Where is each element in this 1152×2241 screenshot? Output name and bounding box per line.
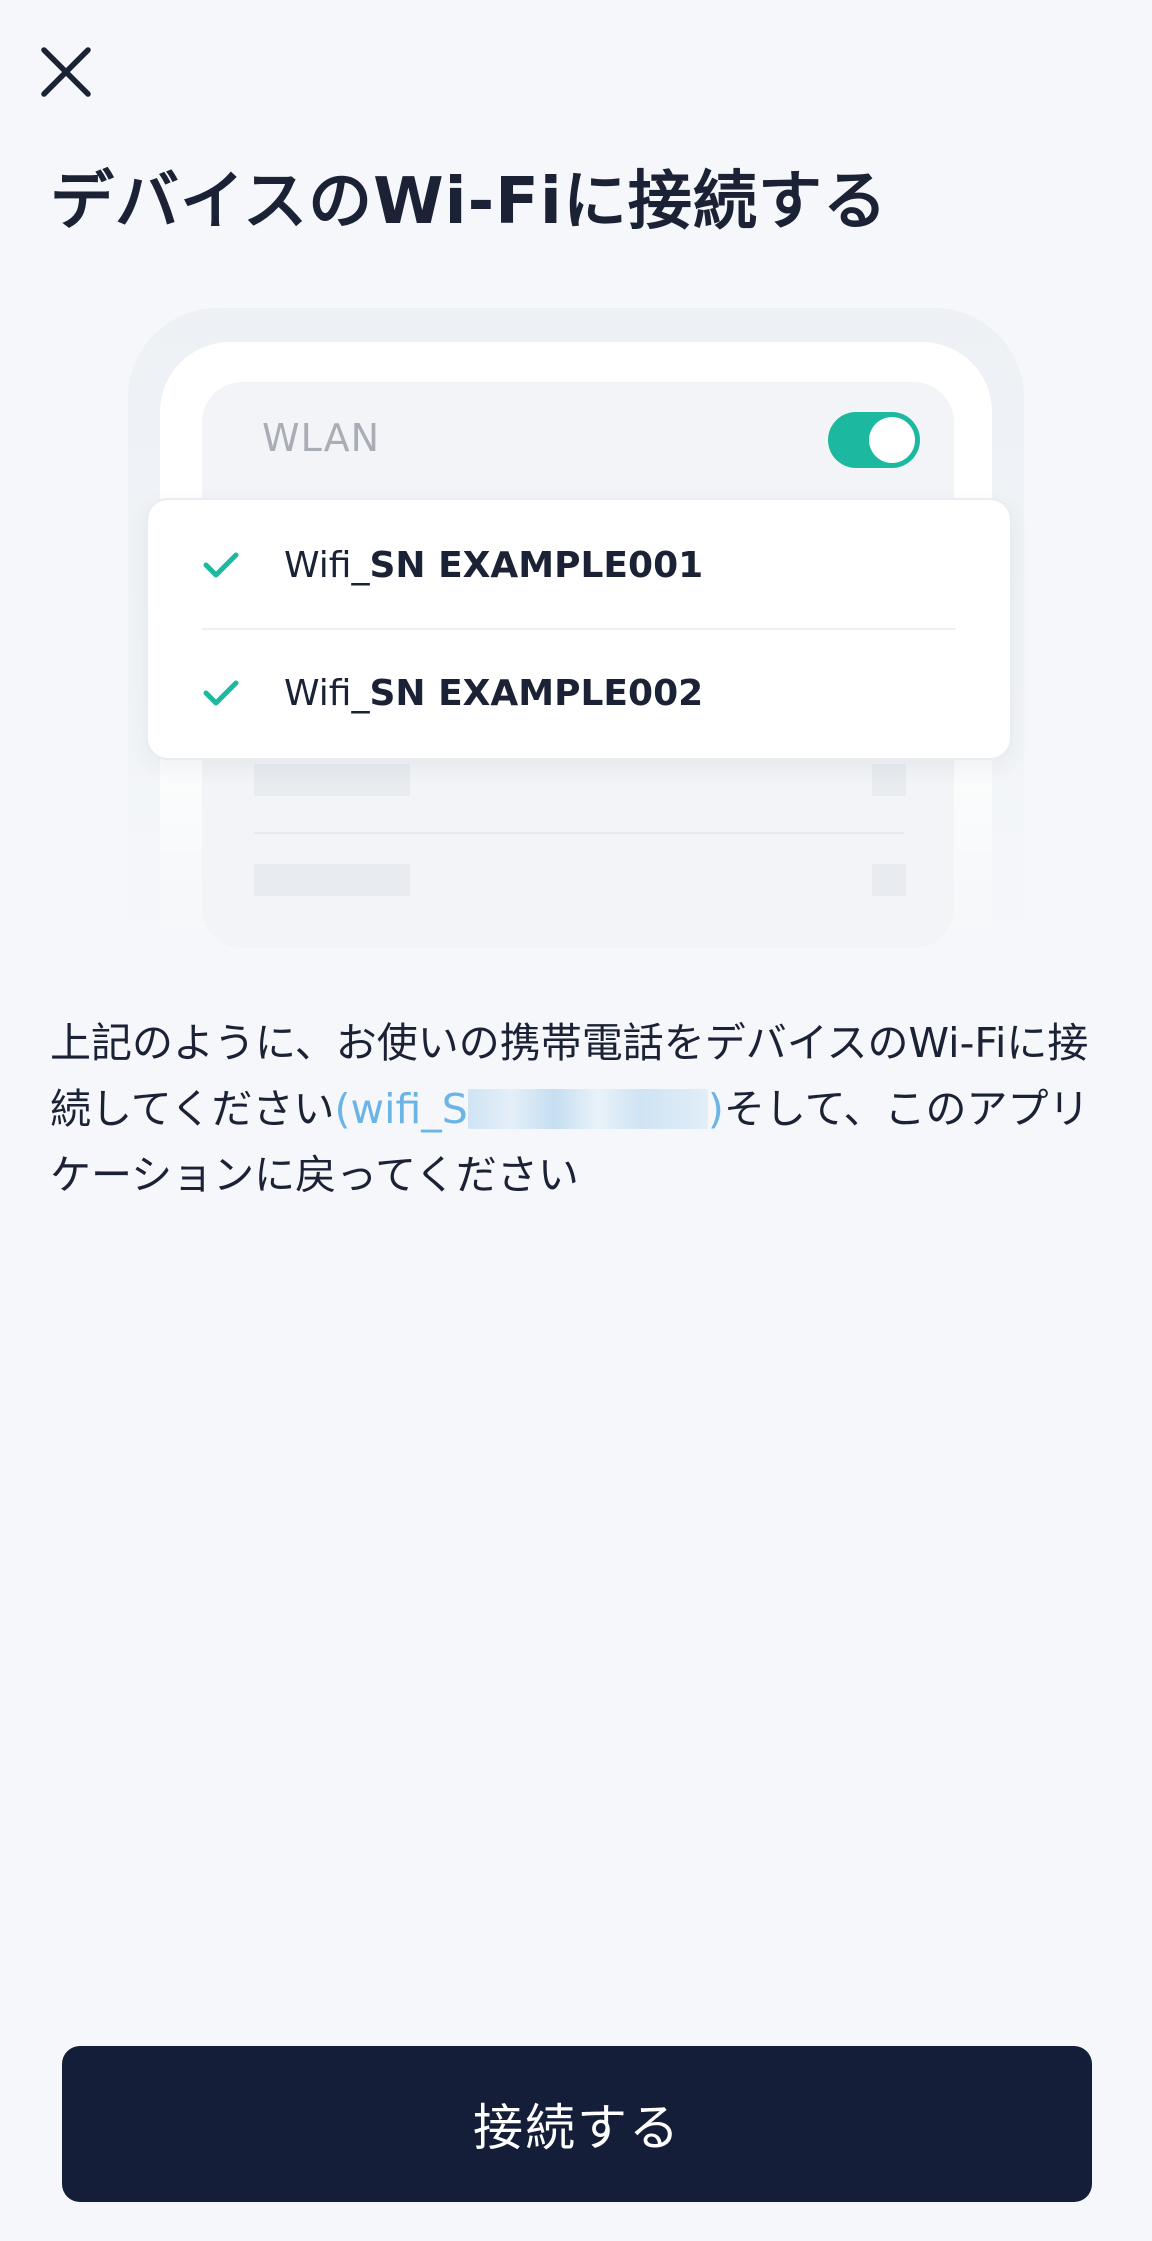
placeholder-bar (254, 864, 410, 896)
instruction-text: 上記のように、お使いの携帯電話をデバイスのWi-Fiに接続してください(wifi… (50, 1010, 1110, 1208)
close-icon (41, 47, 91, 97)
page-title: デバイスのWi-Fiに接続する (50, 165, 888, 239)
toggle-knob (869, 417, 915, 463)
wifi-network-list: Wifi_SN EXAMPLE001 Wifi_SN EXAMPLE002 (146, 498, 1012, 760)
device-ssid: (wifi_S) (334, 1085, 724, 1133)
wifi-illustration: WLAN Wifi_SN EXAMPLE001 Wifi_SN EXAMPLE0… (128, 308, 1026, 948)
wifi-network-name: Wifi_SN EXAMPLE001 (284, 544, 704, 586)
connect-button[interactable]: 接続する (62, 2046, 1092, 2202)
check-icon (203, 680, 239, 706)
placeholder-bar (254, 764, 410, 796)
placeholder-bar (872, 764, 906, 796)
wlan-toggle[interactable] (828, 412, 920, 468)
close-button[interactable] (30, 36, 102, 108)
wifi-network-item[interactable]: Wifi_SN EXAMPLE001 (148, 502, 1010, 628)
placeholder-divider (254, 832, 904, 834)
ssid-redacted (467, 1089, 708, 1129)
wifi-network-name: Wifi_SN EXAMPLE002 (284, 672, 704, 714)
wifi-network-item[interactable]: Wifi_SN EXAMPLE002 (148, 630, 1010, 756)
check-icon (203, 552, 239, 578)
wlan-label: WLAN (262, 416, 381, 460)
placeholder-bar (872, 864, 906, 896)
